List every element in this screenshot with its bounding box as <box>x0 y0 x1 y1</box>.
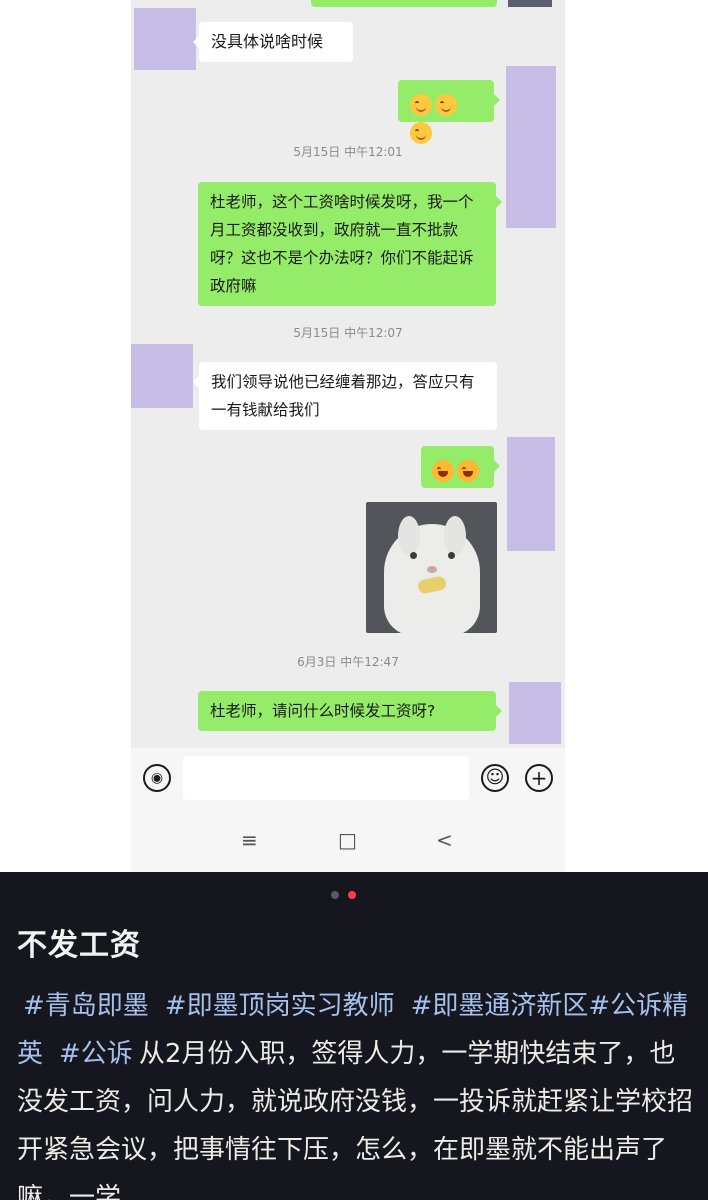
tears-of-joy-icon <box>457 459 479 482</box>
sent-bubble-top-fragment <box>311 0 497 7</box>
message-timestamp: 5月15日 中午12:01 <box>293 145 403 159</box>
plus-icon[interactable]: + <box>525 764 553 792</box>
sent-message[interactable]: 杜老师，这个工资啥时候发呀，我一个月工资都没收到，政府就一直不批款呀？这也不是个… <box>198 182 502 306</box>
rabbit-eye <box>448 552 455 559</box>
emoji-icon[interactable]: ☺ <box>481 764 509 792</box>
sent-emoji-message[interactable] <box>421 446 500 488</box>
smiling-face-icon <box>410 121 432 144</box>
chat-screenshot: 没具体说啥时候 5月15日 中午12:01 杜老师，这个工资啥时候发呀，我一个月… <box>131 0 565 872</box>
self-avatar[interactable] <box>509 682 561 744</box>
smiling-face-icon <box>410 93 432 116</box>
rabbit-snack <box>416 575 448 595</box>
received-message[interactable]: 我们领导说他已经缠着那边，答应只有一有钱献给我们 <box>193 362 497 430</box>
message-timestamp: 6月3日 中午12:47 <box>297 655 399 669</box>
rabbit-sticker[interactable] <box>366 502 497 633</box>
received-message[interactable]: 没具体说啥时候 <box>193 22 353 62</box>
voice-icon[interactable]: ◉ <box>143 764 171 792</box>
contact-avatar[interactable] <box>134 8 196 70</box>
page-indicator-dot[interactable] <box>331 891 339 899</box>
sent-message[interactable]: 杜老师，请问什么时候发工资呀? <box>198 691 502 731</box>
back-icon[interactable]: < <box>436 828 453 852</box>
post-title: 不发工资 <box>17 928 141 963</box>
page-indicator-dot-active[interactable] <box>348 891 356 899</box>
avatar-mask <box>508 0 552 7</box>
rabbit-ear <box>444 516 466 556</box>
menu-icon[interactable]: ≡ <box>241 828 258 852</box>
post-caption: 不发工资 #青岛即墨 #即墨顶岗实习教师 #即墨通济新区#公诉精英 #公诉 从2月份入职… <box>0 872 708 1200</box>
hashtag-link[interactable]: #即墨顶岗实习教师 <box>165 991 395 1021</box>
chat-input-bar: ◉ ☺ + <box>131 748 565 808</box>
system-nav-bar: ≡ □ < <box>131 808 565 872</box>
self-avatar[interactable] <box>507 437 555 551</box>
home-icon[interactable]: □ <box>338 828 357 852</box>
message-input[interactable] <box>183 756 469 800</box>
tears-of-joy-icon <box>432 459 454 482</box>
contact-avatar[interactable] <box>131 344 193 408</box>
rabbit-body <box>384 516 480 633</box>
message-timestamp: 5月15日 中午12:07 <box>293 326 403 340</box>
rabbit-nose <box>427 566 437 573</box>
rabbit-ear <box>398 516 420 556</box>
post-body: #青岛即墨 #即墨顶岗实习教师 #即墨通济新区#公诉精英 #公诉 从2月份入职，签得人力… <box>17 982 693 1200</box>
hashtag-link[interactable]: #公诉 <box>59 1039 133 1069</box>
smiling-face-icon <box>435 93 457 116</box>
hashtag-link[interactable]: #青岛即墨 <box>23 991 149 1021</box>
sent-emoji-message[interactable] <box>398 80 500 144</box>
rabbit-eye <box>410 552 417 559</box>
hashtag-link[interactable]: #即墨通济新区 <box>411 991 589 1021</box>
